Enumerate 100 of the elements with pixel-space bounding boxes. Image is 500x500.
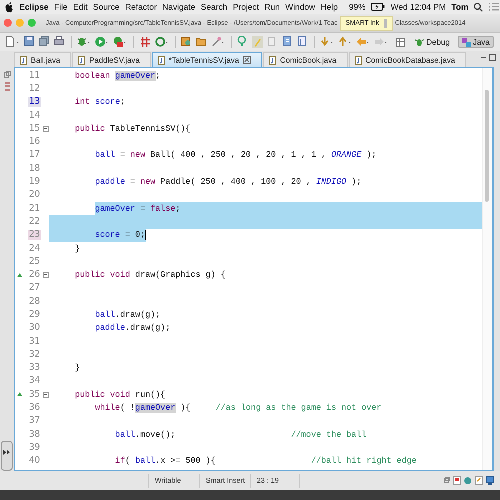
line-number: 11	[28, 70, 41, 81]
code-line: boolean gameOver;	[74, 70, 161, 81]
grid-icon[interactable]	[140, 36, 151, 48]
outline-icon[interactable]	[297, 36, 308, 48]
collapse-icon[interactable]	[42, 126, 48, 132]
menu-item[interactable]: Navigate	[162, 2, 196, 12]
restore-icon[interactable]	[444, 477, 450, 484]
save-all-icon[interactable]	[39, 36, 50, 48]
code-line: public void run(){	[74, 390, 166, 400]
code-line: ball.draw(g);	[94, 310, 161, 320]
code-line: public void draw(Graphics g) {	[74, 270, 226, 280]
next-annotation-icon[interactable]	[320, 36, 334, 48]
code-line: paddle.draw(g);	[94, 323, 171, 334]
collapse-icon[interactable]	[42, 392, 48, 398]
perspective-button[interactable]: Debug	[411, 36, 454, 48]
line-number: 25	[28, 256, 41, 267]
maximize-icon[interactable]	[489, 54, 496, 61]
menu-item[interactable]: Help	[320, 2, 338, 12]
bug-icon[interactable]	[77, 36, 92, 48]
menu-item[interactable]: Source	[93, 2, 120, 12]
task-icon[interactable]	[453, 476, 461, 485]
code-line: }	[74, 244, 80, 254]
line-number: 29	[28, 310, 41, 320]
list-icon[interactable]	[488, 3, 499, 11]
monitor-icon[interactable]	[486, 476, 494, 485]
line-number: 39	[28, 442, 41, 453]
line-number: 40	[28, 456, 41, 466]
bug-icon	[415, 38, 424, 46]
code-line: while( !gameOver ){ //as long as the game is not over	[94, 403, 382, 414]
code-line: score = 0;	[94, 230, 146, 240]
menu-item[interactable]: Edit	[73, 2, 88, 12]
code-line: paddle = new Paddle( 250 , 400 , 100 , 20 , INDIGO );	[94, 177, 362, 188]
collapse-icon[interactable]	[42, 272, 48, 278]
line-number: 32	[28, 350, 41, 360]
close-button[interactable]	[4, 19, 12, 27]
open-perspective-icon[interactable]	[396, 36, 408, 48]
new-file-icon[interactable]	[6, 36, 20, 48]
line-number: 12	[28, 84, 41, 94]
line-number: 38	[28, 430, 41, 440]
menu-item[interactable]: Project	[233, 2, 260, 12]
menu-item[interactable]: Search	[201, 2, 228, 12]
line-number: 35	[28, 390, 41, 400]
app-menu[interactable]: Eclipse	[20, 2, 49, 12]
search-icon[interactable]	[474, 2, 484, 12]
run-icon[interactable]	[95, 36, 110, 48]
fast-view-icon[interactable]	[1, 441, 13, 471]
menu-item[interactable]: Window	[286, 2, 316, 12]
line-number: 27	[28, 283, 41, 294]
line-number: 28	[28, 296, 41, 307]
line-number: 13	[28, 97, 41, 108]
apple-icon	[5, 2, 14, 12]
code-line: if( ball.x >= 500 ){ //ball hit right edge	[114, 456, 417, 466]
line-number: 15	[28, 124, 41, 134]
note-icon[interactable]	[475, 476, 483, 485]
menu-item[interactable]: File	[54, 2, 68, 12]
line-number: 21	[28, 204, 41, 214]
wand-icon[interactable]	[210, 36, 225, 48]
line-number: 14	[28, 110, 41, 121]
line-number: 30	[28, 323, 41, 334]
line-number: 26	[28, 270, 41, 280]
line-number: 19	[28, 177, 41, 188]
perspective-button[interactable]: Java	[458, 36, 494, 48]
line-number: 20	[28, 190, 41, 200]
java-file-icon	[269, 56, 276, 64]
folder-icon[interactable]	[196, 36, 207, 48]
code-line: }	[74, 363, 80, 374]
globe-icon[interactable]	[464, 476, 472, 484]
battery-icon	[371, 3, 386, 11]
code-line: gameOver = false;	[94, 204, 181, 214]
print-icon[interactable]	[54, 36, 65, 48]
previous-annotation-icon[interactable]	[338, 36, 352, 48]
perspective-icon	[462, 38, 472, 46]
code-line: ball.move(); //move the ball	[114, 430, 367, 440]
view-icon[interactable]	[4, 82, 10, 91]
line-number: 17	[28, 150, 41, 160]
line-number: 31	[28, 336, 41, 347]
close-icon[interactable]	[243, 56, 252, 64]
minimize-icon[interactable]	[480, 54, 487, 61]
java-file-icon	[158, 56, 165, 64]
code-line: ball = new Ball( 400 , 250 , 20 , 20 , 1 , 1 , ORANGE );	[94, 150, 377, 160]
line-number: 37	[28, 416, 41, 426]
document-icon[interactable]	[282, 36, 294, 48]
menu-clock[interactable]: Wed 12:04 PM	[390, 2, 446, 12]
restore-icon[interactable]	[4, 71, 10, 78]
save-icon[interactable]	[24, 36, 35, 48]
line-number: 22	[28, 216, 41, 227]
user-name[interactable]: Tom	[452, 2, 469, 12]
java-file-icon	[354, 56, 362, 64]
java-file-icon	[78, 56, 86, 64]
menu-item[interactable]: Run	[264, 2, 280, 12]
line-number: 23	[28, 230, 41, 240]
scroll-thumb[interactable]	[485, 90, 489, 202]
line-number: 36	[28, 403, 41, 414]
line-number: 33	[28, 363, 41, 374]
line-number: 18	[28, 164, 41, 174]
line-number: 16	[28, 137, 41, 148]
code-line: public TableTennisSV(){	[74, 124, 191, 134]
menu-item[interactable]: Refactor	[125, 2, 157, 12]
java-file-icon	[20, 56, 27, 64]
code-line: int score;	[74, 97, 126, 108]
